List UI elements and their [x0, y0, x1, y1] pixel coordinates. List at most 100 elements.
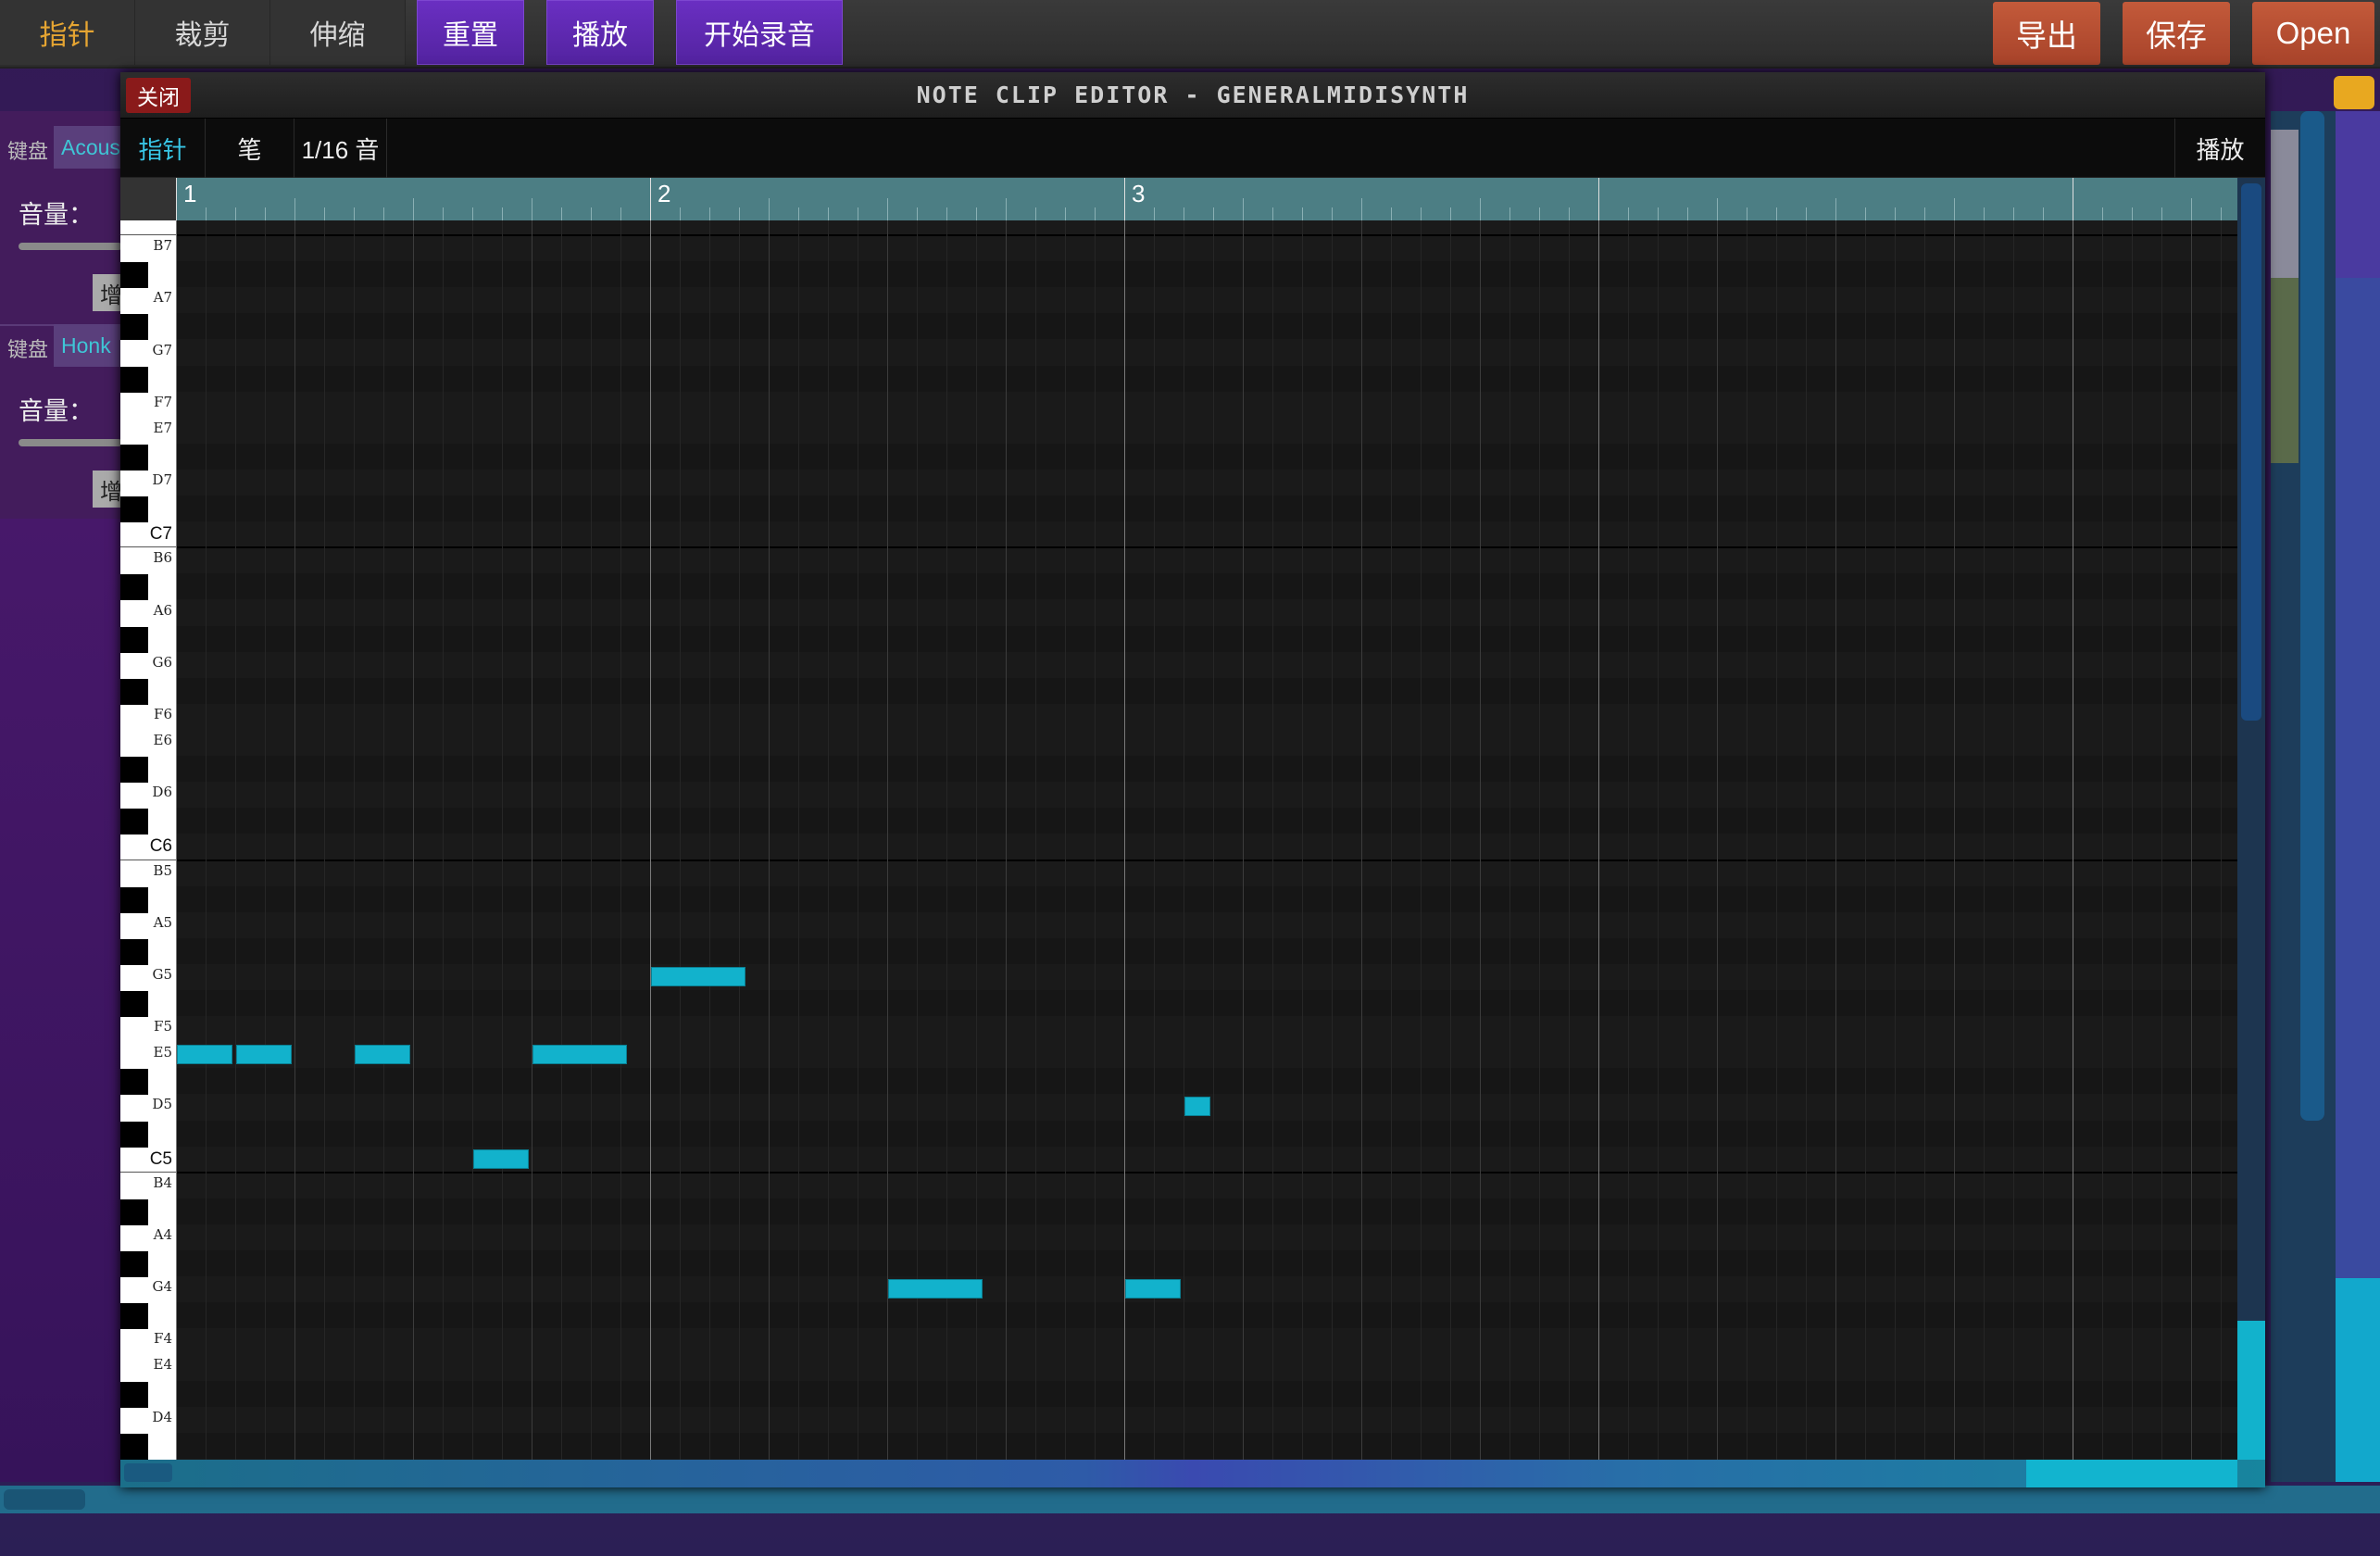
ruler-tick — [680, 207, 681, 220]
midi-note[interactable] — [888, 1279, 983, 1299]
grid-row-black — [176, 573, 2237, 600]
piano-key-black[interactable] — [120, 678, 148, 705]
midi-note[interactable] — [355, 1045, 410, 1065]
piano-key-black[interactable] — [120, 366, 148, 393]
grid-line — [1539, 220, 1540, 1460]
record-button[interactable]: 开始录音 — [676, 0, 843, 65]
piano-key-black[interactable] — [120, 314, 148, 341]
piano-key-label: G5 — [152, 965, 172, 983]
ruler-tick — [1243, 198, 1244, 220]
editor-hscroll[interactable] — [120, 1460, 2265, 1487]
editor-vscroll-end — [2237, 1321, 2265, 1460]
editor-hscroll-start[interactable] — [124, 1463, 172, 1482]
volume-slider[interactable] — [19, 243, 122, 250]
volume-slider[interactable] — [19, 439, 122, 446]
midi-note[interactable] — [473, 1148, 529, 1169]
play-button[interactable]: 播放 — [546, 0, 654, 65]
main-hscroll-thumb[interactable] — [4, 1489, 85, 1510]
piano-key-black[interactable] — [120, 886, 148, 913]
grid-line — [294, 220, 295, 1460]
midi-note[interactable] — [236, 1045, 292, 1065]
ruler-tick — [354, 207, 355, 220]
midi-note[interactable] — [1184, 1097, 1210, 1117]
ruler-tick — [1776, 207, 1777, 220]
folder-icon[interactable] — [2334, 76, 2374, 109]
grid-row-black — [176, 1068, 2237, 1095]
piano-key-label: B5 — [153, 861, 172, 879]
editor-vscroll-thumb[interactable] — [2241, 183, 2261, 721]
grid-row-black — [176, 261, 2237, 288]
bar-number: 3 — [1132, 180, 1146, 207]
ruler-tick — [265, 207, 266, 220]
piano-key-black[interactable] — [120, 1251, 148, 1277]
piano-key-black[interactable] — [120, 262, 148, 289]
piano-key-black[interactable] — [120, 1198, 148, 1225]
ruler-tick — [591, 207, 592, 220]
piano-key-black[interactable] — [120, 1121, 148, 1148]
piano-key-label: D5 — [152, 1096, 172, 1113]
grid-line — [650, 220, 651, 1460]
instrument-select[interactable]: Honk — [54, 324, 122, 367]
trim-tool-button[interactable]: 裁剪 — [135, 0, 270, 65]
ruler-tick — [472, 207, 473, 220]
piano-key-black[interactable] — [120, 1381, 148, 1408]
open-button[interactable]: Open — [2252, 2, 2374, 65]
piano-key-black[interactable] — [120, 991, 148, 1017]
piano-key-label: E5 — [153, 1044, 173, 1061]
editor-title: NOTE CLIP EDITOR - GENERALMIDISYNTH — [120, 72, 2265, 119]
octave-divider — [120, 234, 176, 236]
piano-key-black[interactable] — [120, 1303, 148, 1330]
export-button[interactable]: 导出 — [1993, 2, 2100, 65]
bar-ruler[interactable]: 1 2 3 — [176, 178, 2251, 220]
track-panel-empty — [0, 519, 122, 1482]
ruler-tick — [2221, 207, 2222, 220]
piano-key-black[interactable] — [120, 444, 148, 471]
piano-key-black[interactable] — [120, 1069, 148, 1096]
ruler-tick — [2102, 207, 2103, 220]
ruler-tick — [294, 198, 295, 220]
note-grid[interactable] — [176, 220, 2237, 1460]
piano-key-black[interactable] — [120, 938, 148, 965]
main-hscroll[interactable] — [0, 1486, 2380, 1513]
grid-row-black — [176, 443, 2237, 470]
piano-keyboard[interactable]: B7 A7 G7 F7 E7 D7 C7 B6 A6 G6 F6 E6 D6 C6 B5 A5 G5 F5 E5 D5… — [120, 220, 176, 1485]
editor-pointer-tool[interactable]: 指针 — [120, 119, 206, 178]
ruler-tick — [2013, 207, 2014, 220]
save-button[interactable]: 保存 — [2123, 2, 2230, 65]
midi-note[interactable] — [651, 966, 745, 986]
editor-play-button[interactable]: 播放 — [2174, 119, 2265, 178]
piano-key-black[interactable] — [120, 574, 148, 601]
editor-hscroll-thumb[interactable] — [2026, 1460, 2237, 1487]
piano-key-black[interactable] — [120, 1433, 148, 1460]
piano-key-label: B4 — [153, 1173, 172, 1191]
grid-line — [2043, 220, 2044, 1460]
piano-key-black[interactable] — [120, 809, 148, 835]
piano-key-label: A5 — [153, 913, 172, 931]
midi-note[interactable] — [532, 1045, 627, 1065]
instrument-select[interactable]: Acous — [54, 126, 122, 169]
editor-vscroll[interactable] — [2237, 178, 2265, 1460]
grid-snap-select[interactable]: 1/16 音 — [294, 119, 387, 178]
main-toolbar: 指针 裁剪 伸缩 重置 播放 开始录音 导出 保存 Open — [0, 0, 2380, 69]
pointer-tool-button[interactable]: 指针 — [0, 0, 135, 65]
editor-pen-tool[interactable]: 笔 — [206, 119, 294, 178]
piano-key-label: E7 — [153, 419, 173, 436]
reset-button[interactable]: 重置 — [417, 0, 524, 65]
stretch-tool-button[interactable]: 伸缩 — [270, 0, 406, 65]
piano-key-black[interactable] — [120, 626, 148, 653]
grid-line — [1895, 220, 1896, 1460]
piano-key-label: E4 — [153, 1356, 173, 1374]
piano-key-label: D4 — [152, 1408, 172, 1425]
ruler-tick — [620, 207, 621, 220]
editor-toolbar: 指针 笔 1/16 音 播放 — [120, 119, 2265, 178]
midi-note[interactable] — [177, 1045, 232, 1065]
piano-key-black[interactable] — [120, 757, 148, 784]
close-button[interactable]: 关闭 — [126, 78, 191, 113]
piano-key-label: F7 — [154, 393, 172, 410]
grid-row-black — [176, 937, 2237, 964]
piano-key-black[interactable] — [120, 496, 148, 523]
grid-row-black — [176, 313, 2237, 340]
note-clip-editor: NOTE CLIP EDITOR - GENERALMIDISYNTH 关闭 指… — [120, 72, 2265, 1487]
timeline-vscroll[interactable] — [2300, 111, 2324, 1121]
midi-note[interactable] — [1125, 1279, 1181, 1299]
